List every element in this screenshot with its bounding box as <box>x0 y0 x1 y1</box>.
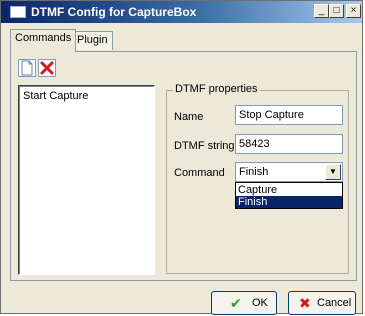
minimize-button[interactable]: _ <box>314 4 329 18</box>
command-option-finish[interactable]: Finish <box>236 196 342 208</box>
ok-button-label: OK <box>252 297 268 309</box>
command-select[interactable]: Finish ▼ <box>235 162 343 182</box>
red-x-icon <box>40 61 54 75</box>
cancel-button[interactable]: ✖ Cancel <box>288 291 356 315</box>
tab-plugin[interactable]: Plugin <box>72 31 113 50</box>
maximize-icon: □ <box>333 5 340 16</box>
commands-list[interactable]: Start Capture <box>18 85 155 275</box>
red-x-icon: ✖ <box>299 295 311 311</box>
close-button[interactable]: × <box>346 4 361 18</box>
tab-plugin-label: Plugin <box>77 34 108 46</box>
dialog-window: DTMF Config for CaptureBox _ □ × Command… <box>0 0 363 315</box>
dtmf-string-field[interactable]: 58423 <box>235 134 343 154</box>
command-dropdown-list[interactable]: Capture Finish <box>235 182 343 209</box>
green-check-icon: ✔ <box>230 295 242 311</box>
minimize-icon: _ <box>318 5 325 16</box>
dtmf-string-label: DTMF string <box>174 140 235 152</box>
delete-command-button[interactable] <box>38 59 56 77</box>
title-bar[interactable]: DTMF Config for CaptureBox _ □ × <box>1 1 362 23</box>
document-icon <box>21 60 33 76</box>
name-field[interactable]: Stop Capture <box>235 105 343 125</box>
command-select-value: Finish <box>239 166 269 178</box>
name-label: Name <box>174 111 204 123</box>
cancel-button-label: Cancel <box>317 297 352 309</box>
list-item[interactable]: Start Capture <box>23 90 88 102</box>
chevron-down-icon: ▼ <box>329 167 337 176</box>
close-icon: × <box>350 5 357 16</box>
name-field-value: Stop Capture <box>239 109 304 121</box>
dtmf-properties-legend: DTMF properties <box>173 83 260 95</box>
command-option-capture[interactable]: Capture <box>236 184 342 196</box>
ok-button[interactable]: ✔ OK <box>211 291 277 315</box>
tab-commands-label: Commands <box>15 32 72 44</box>
window-title: DTMF Config for CaptureBox <box>31 5 197 19</box>
command-dropdown-button[interactable]: ▼ <box>325 164 341 180</box>
new-command-button[interactable] <box>18 59 36 77</box>
maximize-button[interactable]: □ <box>329 4 344 18</box>
tab-commands[interactable]: Commands <box>10 29 77 52</box>
command-label: Command <box>174 167 225 179</box>
dtmf-string-value: 58423 <box>239 138 270 150</box>
app-icon <box>10 6 26 18</box>
